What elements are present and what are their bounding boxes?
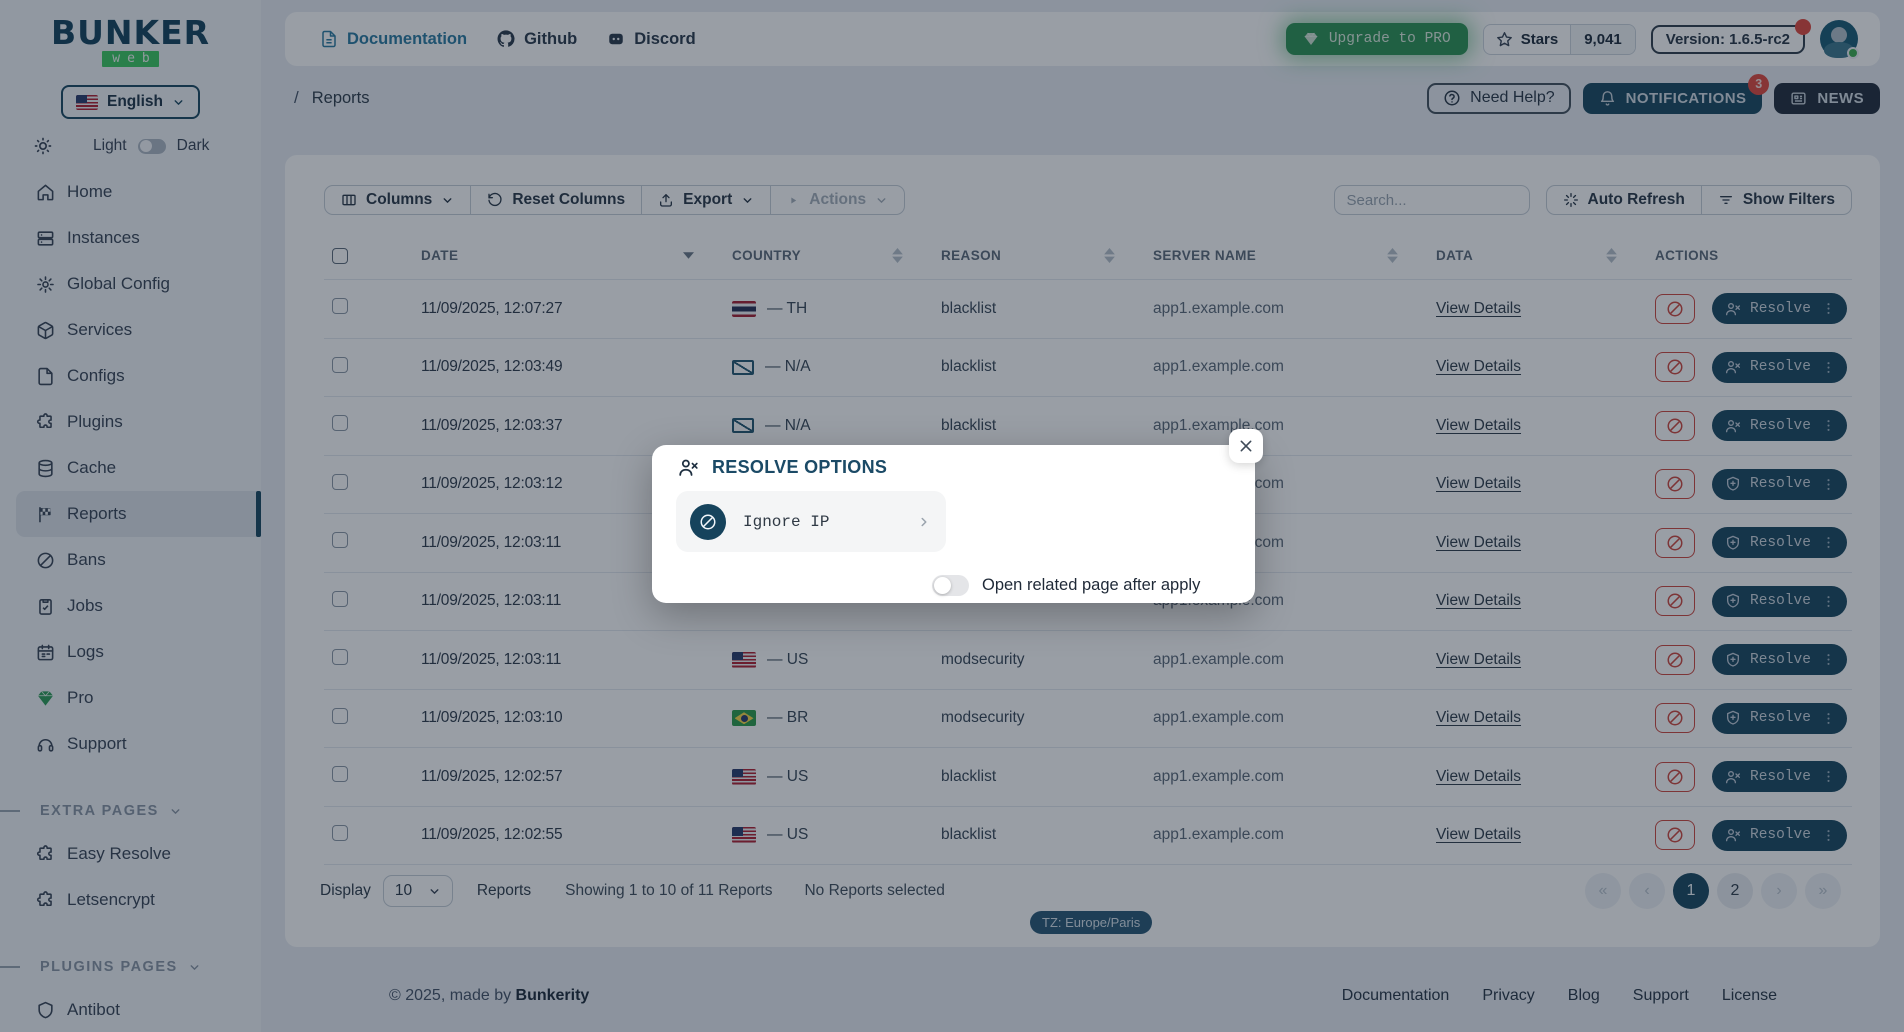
ban-circle (690, 504, 726, 540)
modal-close-button[interactable] (1229, 429, 1263, 463)
ignore-ip-label: Ignore IP (743, 513, 829, 531)
modal-title: RESOLVE OPTIONS (712, 457, 887, 478)
open-related-toggle[interactable] (932, 575, 969, 596)
chevron-right-icon (917, 515, 931, 529)
ban-icon (699, 513, 717, 531)
user-x-icon (678, 457, 699, 478)
close-icon (1238, 438, 1254, 454)
resolve-options-modal: RESOLVE OPTIONS Ignore IP Open related p… (652, 445, 1255, 603)
open-related-label: Open related page after apply (982, 576, 1200, 595)
modal-toggle-row: Open related page after apply (932, 575, 1200, 596)
ignore-ip-option[interactable]: Ignore IP (676, 491, 946, 552)
